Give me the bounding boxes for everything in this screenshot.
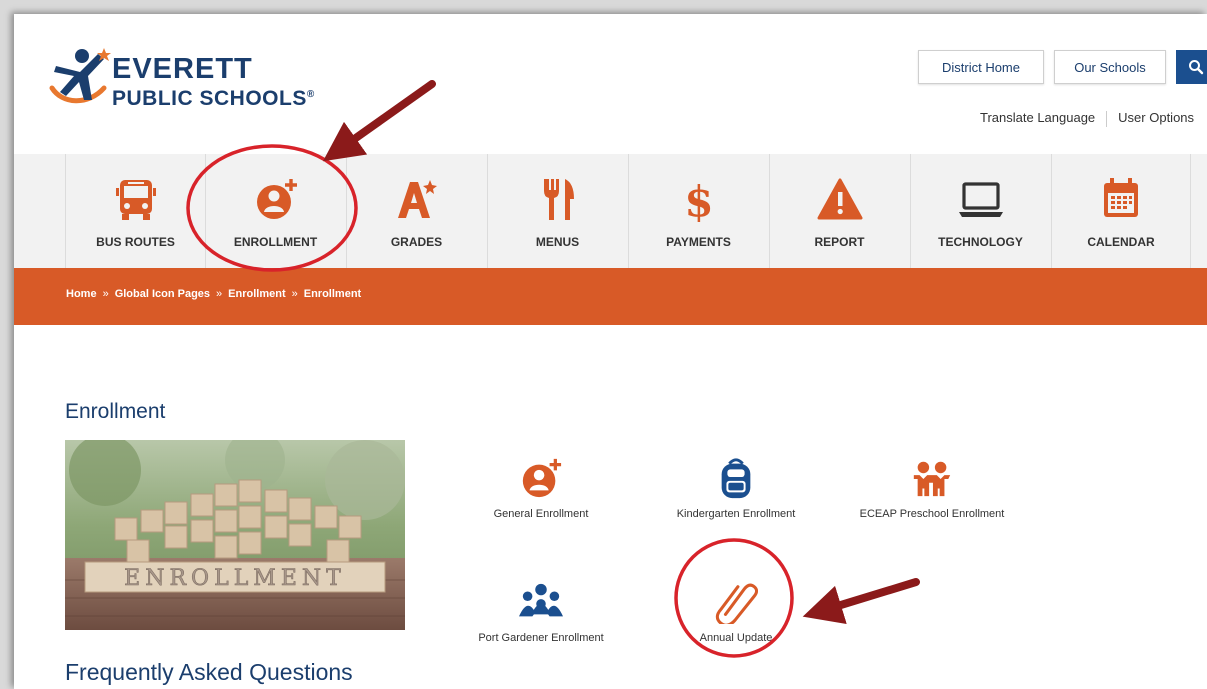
nav-item-report[interactable]: REPORT (769, 154, 909, 268)
breadcrumb-current: Enrollment (303, 288, 362, 300)
nav-label: GRADES (390, 235, 443, 249)
photo-word-blocks: ENROLLMENT (84, 561, 386, 593)
breadcrumb-separator: » (102, 288, 109, 300)
paperclip-icon (715, 583, 758, 624)
nav-item-grades[interactable]: GRADES (346, 154, 486, 268)
nav-label: REPORT (814, 235, 865, 249)
grades-icon (397, 180, 437, 218)
tile-label: Port Gardener Enrollment (478, 632, 604, 644)
logo-line-1: EVERETT (112, 53, 253, 85)
fork-knife-icon (543, 179, 574, 220)
photo-word-text: ENROLLMENT (124, 566, 346, 591)
breadcrumb-bar: Home » Global Icon Pages » Enrollment » Enroll… (14, 268, 1207, 325)
nav-label: CALENDAR (1087, 235, 1155, 249)
utility-divider (1106, 110, 1108, 127)
tile-port-gardener-enrollment[interactable]: Port Gardener Enrollment (451, 580, 631, 644)
nav-item-technology[interactable]: TECHNOLOGY (910, 154, 1050, 268)
children-icon (913, 461, 951, 497)
breadcrumb-separator: » (291, 288, 298, 300)
tile-annual-update[interactable]: Annual Update (646, 580, 826, 644)
page-title: Enrollment (65, 400, 166, 423)
breadcrumb: Home » Global Icon Pages » Enrollment » Enroll… (66, 288, 361, 300)
nav-item-enrollment[interactable]: ENROLLMENT (205, 154, 345, 268)
group-icon (519, 583, 563, 617)
tile-kindergarten-enrollment[interactable]: Kindergarten Enrollment (646, 456, 826, 520)
nav-item-payments[interactable]: $ PAYMENTS (628, 154, 768, 268)
dollar-icon: $ (684, 177, 713, 222)
search-icon (1189, 60, 1204, 75)
breadcrumb-enrollment[interactable]: Enrollment (228, 288, 285, 300)
nav-label: ENROLLMENT (233, 235, 318, 249)
logo-figure-icon (49, 48, 111, 104)
warning-icon (817, 178, 862, 220)
user-options-link[interactable]: User Options (1118, 110, 1194, 125)
utility-links: Translate Language User Options (980, 110, 1194, 127)
logo-wordmark: EVERETT PUBLIC SCHOOLS® (112, 54, 315, 110)
nav-item-menus[interactable]: MENUS (487, 154, 627, 268)
backpack-icon (721, 458, 751, 499)
tile-eceap-preschool-enrollment[interactable]: ECEAP Preschool Enrollment (842, 456, 1022, 520)
calendar-icon (1104, 178, 1138, 217)
logo-line-2: PUBLIC SCHOOLS® (112, 87, 315, 110)
nav-label: MENUS (535, 235, 580, 249)
faq-heading: Frequently Asked Questions (65, 659, 353, 685)
tile-label: Kindergarten Enrollment (676, 508, 796, 520)
breadcrumb-global-icon-pages[interactable]: Global Icon Pages (115, 288, 210, 300)
tile-label: General Enrollment (493, 508, 589, 520)
nav-item-calendar[interactable]: CALENDAR (1051, 154, 1191, 268)
tile-label: ECEAP Preschool Enrollment (859, 508, 1005, 520)
breadcrumb-separator: » (216, 288, 223, 300)
enrollment-photo: ENROLLMENT (65, 440, 405, 630)
enrollment-icon (522, 458, 562, 498)
laptop-icon (958, 182, 1003, 217)
enrollment-blocks-image: ENROLLMENT (65, 440, 405, 630)
nav-label: BUS ROUTES (96, 235, 175, 249)
enrollment-icon (256, 179, 297, 219)
tile-label: Annual Update (699, 632, 773, 644)
nav-label: PAYMENTS (666, 235, 731, 249)
search-button[interactable] (1176, 50, 1207, 84)
bus-icon (115, 180, 156, 220)
svg-text:$: $ (684, 177, 713, 222)
tile-general-enrollment[interactable]: General Enrollment (451, 456, 631, 520)
browser-frame: EVERETT PUBLIC SCHOOLS® District Home Ou… (14, 14, 1207, 689)
nav-label: TECHNOLOGY (938, 235, 1023, 249)
global-icon-nav: BUS ROUTES ENROLLMENT GRADES MENUS $ PAY… (14, 154, 1207, 268)
translate-language-link[interactable]: Translate Language (980, 110, 1095, 125)
district-logo[interactable]: EVERETT PUBLIC SCHOOLS® (46, 42, 346, 112)
nav-item-bus-routes[interactable]: BUS ROUTES (65, 154, 205, 268)
district-home-button[interactable]: District Home (918, 50, 1044, 84)
breadcrumb-home[interactable]: Home (66, 288, 97, 300)
our-schools-button[interactable]: Our Schools (1054, 50, 1166, 84)
